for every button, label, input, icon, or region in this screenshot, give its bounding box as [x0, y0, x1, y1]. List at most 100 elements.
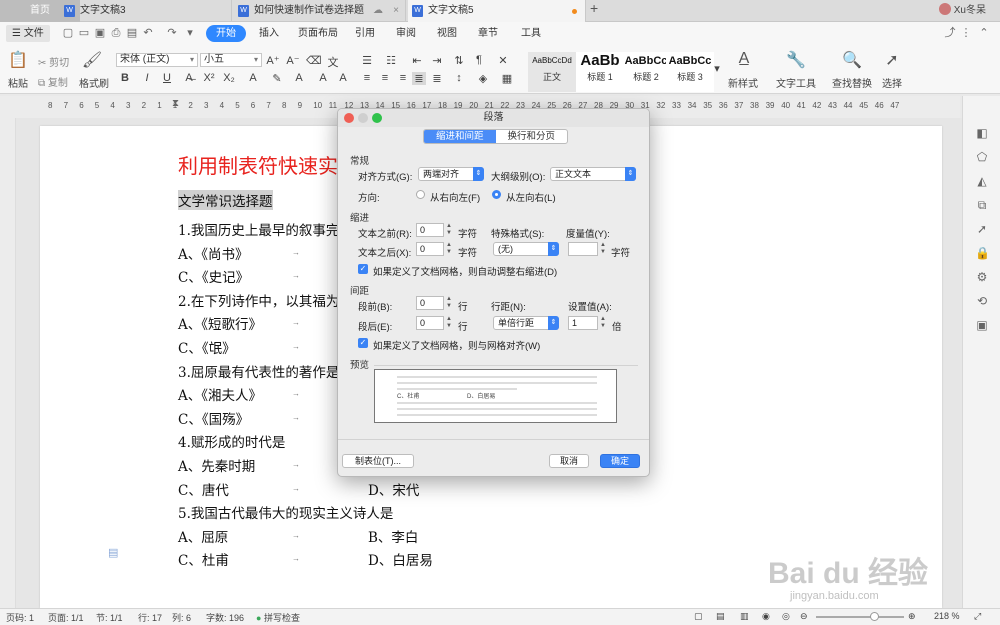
read-view-icon[interactable]: ▥ [740, 611, 749, 622]
stepper-icon[interactable]: ▲ ▼ [599, 316, 607, 330]
space-before-unit[interactable]: 行 [458, 299, 468, 313]
outline-view-icon[interactable]: ▤ [716, 611, 725, 622]
preview-icon[interactable]: ▤ [126, 27, 138, 39]
eye-icon[interactable]: ◎ [782, 611, 790, 622]
grid-align-checkbox[interactable]: ✓ [358, 338, 368, 348]
new-tab-button[interactable]: + [590, 0, 598, 16]
zoom-light-icon[interactable] [372, 113, 382, 123]
tab-doc-2[interactable]: W 如何快速制作试卷选择题 ☁ × [234, 0, 406, 22]
style-normal[interactable]: AaBbCcDd 正文 [528, 52, 576, 92]
document-line[interactable]: A、《湘夫人》 [178, 384, 262, 404]
space-after-unit[interactable]: 行 [458, 319, 468, 333]
document-line[interactable]: A、屈原 [178, 526, 228, 546]
document-line[interactable]: C、《国殇》 [178, 408, 249, 428]
italic-button[interactable]: I [140, 72, 154, 84]
save-icon[interactable]: ▣ [94, 27, 106, 39]
document-line[interactable]: 4.赋形成的时代是 [178, 431, 285, 451]
user-account[interactable]: Xu冬呆 [938, 0, 986, 22]
select-pane-icon[interactable]: ➚ [975, 222, 989, 236]
tab-page-layout[interactable]: 页面布局 [298, 25, 338, 42]
print-icon[interactable]: ⎙ [110, 27, 122, 39]
tab-indent-spacing[interactable]: 缩进和间距 [424, 130, 496, 143]
document-line[interactable]: C、《史记》 [178, 266, 249, 286]
undo-icon[interactable]: ↶ [142, 27, 154, 39]
document-line[interactable]: 5.我国古代最伟大的现实主义诗人是 [178, 502, 393, 522]
share-icon[interactable]: ⤴ [944, 27, 956, 39]
tab-insert[interactable]: 插入 [259, 25, 279, 42]
align-select[interactable]: 两端对齐 ⇕ [418, 167, 484, 181]
font-name-select[interactable]: 宋体 (正文) ▾ [116, 53, 198, 67]
document-line[interactable]: C、《氓》 [178, 337, 236, 357]
document-line[interactable]: A、《短歌行》 [178, 313, 262, 333]
measure-unit[interactable]: 字符 [611, 245, 630, 259]
document-line-option[interactable]: D、白居易 [368, 549, 433, 569]
after-text-input[interactable]: 0 [416, 242, 444, 256]
tab-doc-1[interactable]: W 文字文稿3 [60, 0, 232, 22]
document-line-option[interactable]: B、李白 [368, 526, 418, 546]
cancel-button[interactable]: 取消 [549, 454, 589, 468]
vertical-ruler[interactable] [0, 118, 16, 608]
special-select[interactable]: (无) ⇕ [493, 242, 559, 256]
search-icon[interactable]: 🔍 [840, 50, 864, 70]
document-line[interactable]: C、杜甫 [178, 549, 229, 569]
open-icon[interactable]: ▭ [78, 27, 90, 39]
history-icon[interactable]: ⟲ [975, 294, 989, 308]
tab-chapter[interactable]: 章节 [478, 25, 498, 42]
underline-button[interactable]: U [160, 72, 174, 84]
shapes-icon[interactable]: ⬠ [975, 150, 989, 164]
auto-indent-checkbox[interactable]: ✓ [358, 264, 368, 274]
superscript-icon[interactable]: X² [202, 72, 216, 84]
numbering-icon[interactable]: ☷ [384, 54, 398, 67]
tab-tools[interactable]: 工具 [521, 25, 541, 42]
distribute-icon[interactable]: ≣ [430, 72, 444, 85]
grow-font-icon[interactable]: A⁺ [266, 54, 280, 67]
rtl-label[interactable]: 从右向左(F) [430, 190, 480, 204]
cut-button[interactable]: ✂ 剪切 [38, 54, 69, 69]
zoom-slider[interactable] [816, 612, 904, 621]
decrease-indent-icon[interactable]: ⇤ [410, 54, 424, 67]
paste-icon[interactable]: 📋 [6, 50, 30, 70]
tab-line-page-breaks[interactable]: 换行和分页 [496, 130, 568, 143]
settings-icon[interactable]: ⚙ [975, 270, 989, 284]
page-view-icon[interactable]: ▢ [694, 611, 703, 622]
zoom-in-icon[interactable]: ⊕ [908, 611, 916, 622]
format-painter-label[interactable]: 格式刷 [79, 75, 109, 90]
sort-icon[interactable]: ⇅ [452, 54, 466, 67]
auto-indent-label[interactable]: 如果定义了文档网格，则自动调整右缩进(D) [373, 264, 557, 278]
indent-marker-icon[interactable]: ⧗ [172, 98, 179, 109]
align-center-icon[interactable]: ≡ [378, 72, 392, 84]
document-line-option[interactable]: D、宋代 [368, 479, 419, 499]
show-marks-icon[interactable]: ¶ [472, 54, 486, 66]
close-icon[interactable]: × [393, 0, 399, 22]
style-heading-3[interactable]: AaBbCc 标题 3 [666, 52, 714, 92]
line-spacing-select[interactable]: 单倍行距 ⇕ [493, 316, 559, 330]
grid-align-label[interactable]: 如果定义了文档网格，则与网格对齐(W) [373, 338, 540, 352]
file-menu[interactable]: ☰ 文件 [6, 25, 50, 42]
shading-icon[interactable]: ◈ [476, 72, 490, 85]
shrink-font-icon[interactable]: A⁻ [286, 54, 300, 67]
tab-start[interactable]: 开始 [206, 25, 246, 42]
stepper-icon[interactable]: ▲ ▼ [445, 316, 453, 330]
char-border-icon[interactable]: A [316, 72, 330, 84]
redo-icon[interactable]: ↷ [166, 27, 178, 39]
pinyin-icon[interactable]: 文 [326, 54, 340, 70]
tab-doc-3[interactable]: W 文字文稿5 [408, 0, 586, 22]
setting-input[interactable]: 1 [568, 316, 598, 330]
spell-check-button[interactable]: ● 拼写检查 [256, 611, 300, 624]
stepper-icon[interactable]: ▲ ▼ [445, 242, 453, 256]
document-line[interactable]: 3.屈原最有代表性的著作是 [178, 361, 339, 381]
document-line[interactable]: A、《尚书》 [178, 243, 249, 263]
char-shading-icon[interactable]: A [336, 72, 350, 84]
tab-review[interactable]: 审阅 [396, 25, 416, 42]
borders-icon[interactable]: ▦ [500, 72, 514, 85]
measure-input[interactable] [568, 242, 598, 256]
select-button[interactable]: 选择 [882, 75, 902, 90]
font-size-select[interactable]: 小五 ▾ [200, 53, 262, 67]
collapse-icon[interactable]: ⌃ [978, 27, 990, 39]
document-line[interactable]: A、先秦时期 [178, 455, 255, 475]
tabs-button[interactable]: 制表位(T)... [342, 454, 414, 468]
image-icon[interactable]: ▣ [975, 318, 989, 332]
fill-icon[interactable]: ◭ [975, 174, 989, 188]
document-line[interactable]: C、唐代 [178, 479, 229, 499]
ltr-label[interactable]: 从左向右(L) [506, 190, 556, 204]
